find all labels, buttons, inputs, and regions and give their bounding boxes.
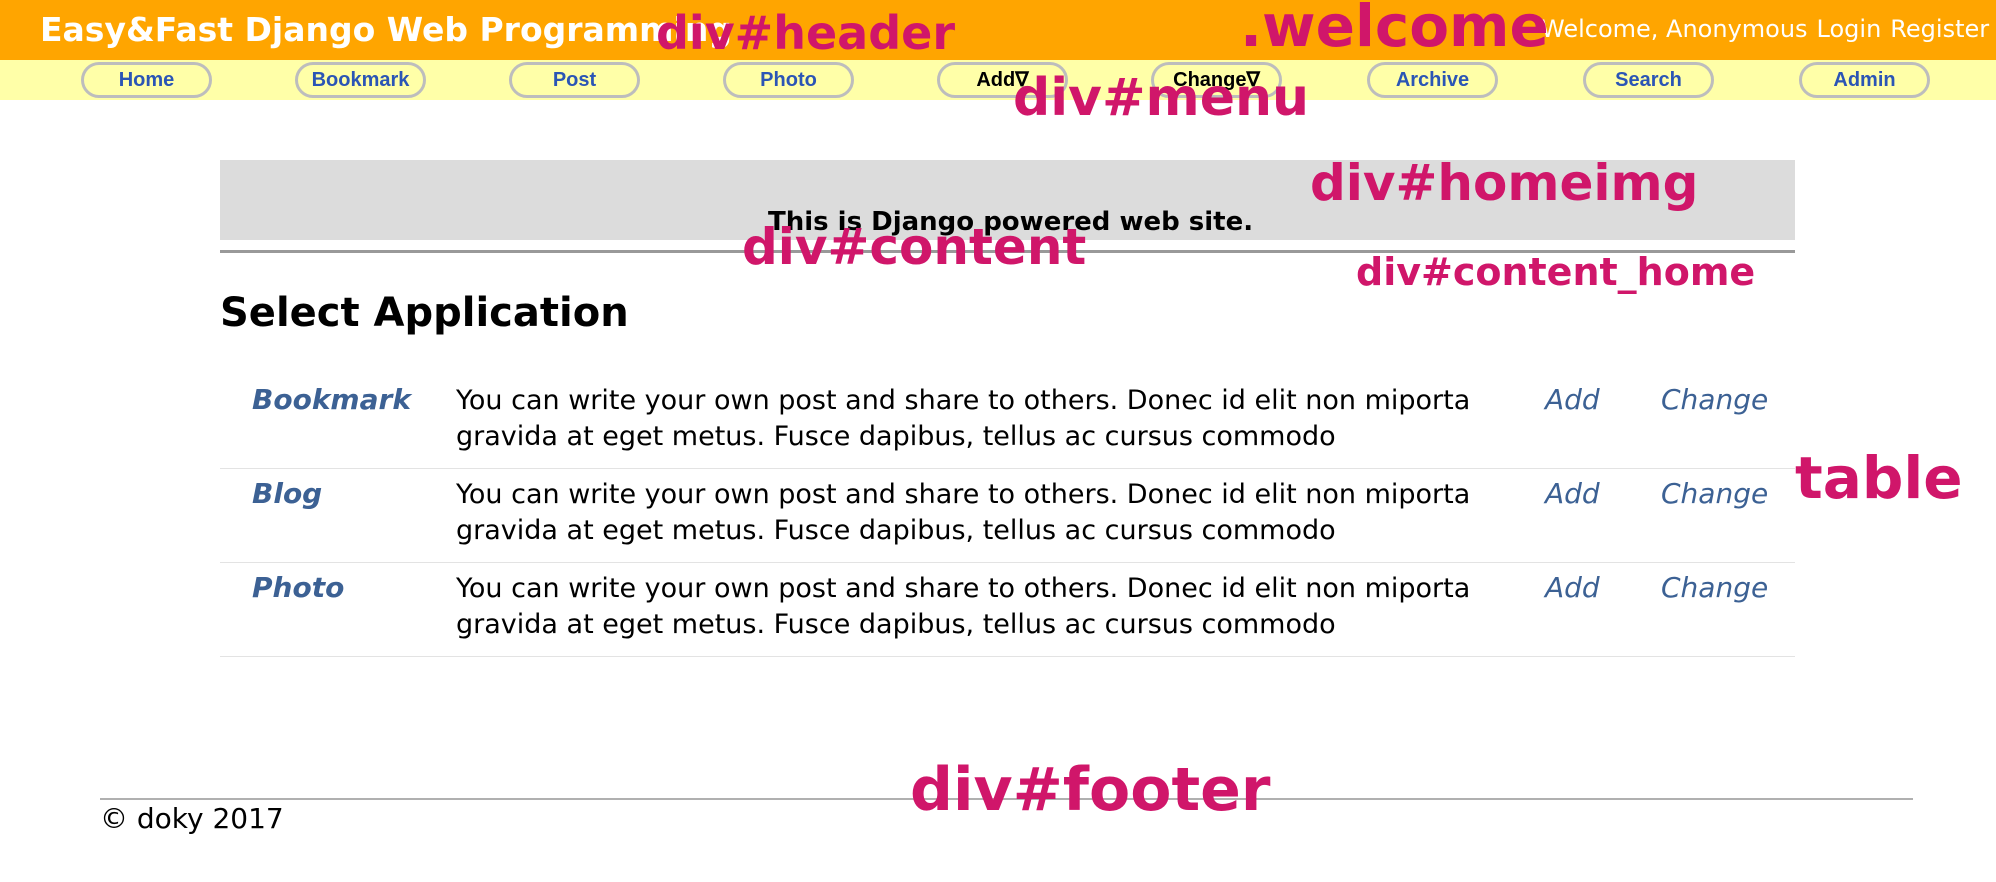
section-title: Select Application: [220, 290, 629, 336]
annotation-homeimg: div#homeimg: [1310, 154, 1699, 212]
app-table: Bookmark You can write your own post and…: [220, 375, 1795, 657]
app-name-link[interactable]: Photo: [252, 571, 344, 604]
menu-admin[interactable]: Admin: [1799, 62, 1930, 98]
welcome-text: Welcome, Anonymous: [1541, 15, 1808, 43]
app-description: You can write your own post and share to…: [456, 573, 1471, 640]
login-link[interactable]: Login: [1817, 15, 1882, 43]
app-change-link[interactable]: Change: [1661, 383, 1768, 416]
app-description: You can write your own post and share to…: [456, 385, 1471, 452]
menu-search[interactable]: Search: [1583, 62, 1714, 98]
annotation-content-home: div#content_home: [1356, 250, 1756, 294]
table-row: Blog You can write your own post and sha…: [220, 469, 1795, 563]
app-add-link[interactable]: Add: [1545, 571, 1600, 604]
app-description: You can write your own post and share to…: [456, 479, 1471, 546]
table-row: Bookmark You can write your own post and…: [220, 375, 1795, 469]
annotation-welcome: .welcome: [1240, 0, 1549, 60]
welcome-area: Welcome, Anonymous Login Register: [1541, 13, 1996, 45]
app-add-link[interactable]: Add: [1545, 383, 1600, 416]
menu-bookmark[interactable]: Bookmark: [295, 62, 426, 98]
annotation-header: div#header: [656, 6, 956, 60]
app-add-link[interactable]: Add: [1545, 477, 1600, 510]
table-row: Photo You can write your own post and sh…: [220, 563, 1795, 657]
copyright-text: © doky 2017: [100, 802, 284, 835]
site-header: Easy&Fast Django Web Programming Welcome…: [0, 0, 1996, 60]
app-name-link[interactable]: Blog: [252, 477, 322, 510]
app-change-link[interactable]: Change: [1661, 571, 1768, 604]
main-menu: Home Bookmark Post Photo Add∇ Change∇ Ar…: [0, 60, 1996, 100]
menu-archive[interactable]: Archive: [1367, 62, 1498, 98]
site-title[interactable]: Easy&Fast Django Web Programming: [40, 10, 732, 50]
annotation-footer: div#footer: [910, 755, 1271, 825]
annotation-content: div#content: [742, 218, 1087, 276]
app-change-link[interactable]: Change: [1661, 477, 1768, 510]
annotation-menu: div#menu: [1013, 68, 1310, 128]
menu-home[interactable]: Home: [81, 62, 212, 98]
register-link[interactable]: Register: [1890, 15, 1989, 43]
app-name-link[interactable]: Bookmark: [252, 383, 411, 416]
menu-post[interactable]: Post: [509, 62, 640, 98]
menu-photo[interactable]: Photo: [723, 62, 854, 98]
annotation-table: table: [1795, 444, 1963, 512]
